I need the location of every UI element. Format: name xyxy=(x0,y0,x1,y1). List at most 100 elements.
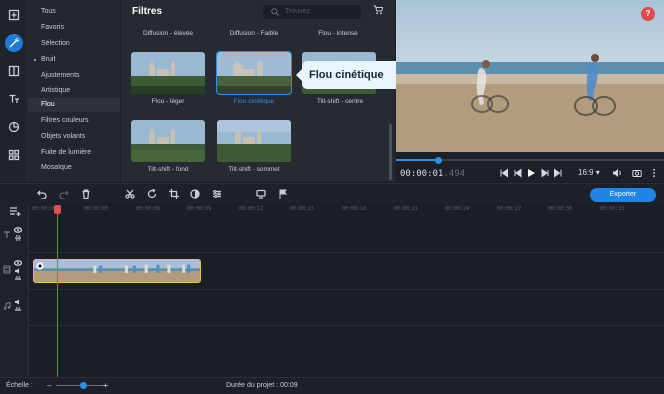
category-blur[interactable]: Flou xyxy=(28,98,120,112)
scale-label: Échelle : xyxy=(6,382,33,389)
rotate-icon[interactable] xyxy=(147,189,157,199)
link-icon[interactable] xyxy=(14,235,22,241)
filter-label: Tilt-shift - centre xyxy=(316,98,364,105)
ruler-tick: 00:00:03 xyxy=(84,206,109,212)
audio-track[interactable] xyxy=(29,290,664,326)
track-controls xyxy=(0,203,29,377)
aspect-ratio-select[interactable]: 16:9 ▾ xyxy=(578,168,600,177)
ruler-tick: 00:00:15 xyxy=(290,206,315,212)
ruler-tick: 00:00:06 xyxy=(136,206,161,212)
category-favorites[interactable]: Favoris xyxy=(28,21,120,35)
category-color-filters[interactable]: Filtres couleurs xyxy=(28,114,120,128)
project-duration: Durée du projet : 00:09 xyxy=(226,382,298,389)
zoom-in-icon[interactable]: + xyxy=(103,381,108,390)
text-track[interactable] xyxy=(29,215,664,253)
category-label: Mosaïque xyxy=(41,164,72,171)
ruler-tick: 00:00:00 xyxy=(32,206,57,212)
cut-icon[interactable] xyxy=(125,189,135,199)
filter-label: Flou - intense xyxy=(318,30,358,37)
color-adjust-icon[interactable] xyxy=(190,189,200,199)
ruler-tick: 00:00:24 xyxy=(445,206,470,212)
playhead-line xyxy=(57,205,58,377)
beach-preview-image xyxy=(396,0,664,152)
more-tools-icon[interactable] xyxy=(5,146,23,164)
filter-label: Flou - léger xyxy=(151,98,185,105)
seek-progress xyxy=(396,159,439,161)
category-label: Bruit xyxy=(41,56,56,63)
stickers-icon[interactable] xyxy=(5,118,23,136)
category-all[interactable]: Tous xyxy=(28,5,120,19)
add-track-icon[interactable] xyxy=(9,206,21,216)
store-cart-icon[interactable] xyxy=(373,5,383,15)
zoom-out-icon[interactable]: – xyxy=(47,381,51,390)
player-controls: 00:00:01.494 16:9 ▾ xyxy=(396,152,664,182)
filters-scrollbar[interactable] xyxy=(389,124,392,180)
undo-icon[interactable] xyxy=(37,189,47,199)
zoom-slider-handle[interactable] xyxy=(80,382,88,389)
time-ruler[interactable]: 00:00:00 00:00:03 00:00:06 00:00:09 00:0… xyxy=(29,203,664,215)
category-mosaic[interactable]: Mosaïque xyxy=(28,161,120,175)
timecode: 00:00:01.494 xyxy=(400,169,465,179)
ruler-tick: 00:00:21 xyxy=(394,206,419,212)
help-button[interactable]: ? xyxy=(641,7,655,21)
music-track-icon xyxy=(3,302,11,310)
filter-thumbnail[interactable] xyxy=(217,120,291,162)
transitions-icon[interactable] xyxy=(5,62,23,80)
ruler-tick: 00:00:27 xyxy=(497,206,522,212)
filter-label-selected: Flou cinétique xyxy=(233,98,275,105)
category-light-leaks[interactable]: Fuite de lumière xyxy=(28,146,120,160)
skip-end-icon[interactable] xyxy=(553,168,563,178)
import-icon[interactable] xyxy=(5,6,23,24)
eye-icon[interactable] xyxy=(14,260,22,266)
volume-icon[interactable] xyxy=(612,168,622,178)
more-options-icon[interactable] xyxy=(649,168,659,178)
crop-icon[interactable] xyxy=(169,189,179,199)
filter-thumbnail[interactable] xyxy=(131,52,205,94)
clip-filmstrip-image xyxy=(34,260,200,282)
category-label: Fuite de lumière xyxy=(41,149,92,156)
snapshot-icon[interactable] xyxy=(632,168,642,178)
filter-thumbnail-selected[interactable] xyxy=(216,51,292,95)
seek-handle[interactable] xyxy=(435,156,443,164)
category-flying-objects[interactable]: Objets volants xyxy=(28,130,120,144)
video-preview: ? xyxy=(396,0,664,152)
ruler-tick: 00:00:30 xyxy=(548,206,573,212)
category-adjustments[interactable]: Ajustements xyxy=(28,69,120,83)
category-label: Objets volants xyxy=(41,133,86,140)
audio-record-icon[interactable] xyxy=(256,189,266,199)
edit-toolbar: Exporter xyxy=(0,183,664,203)
frame-forward-icon[interactable] xyxy=(540,168,550,178)
marker-flag-icon[interactable] xyxy=(278,189,288,199)
filter-label: Diffusion - élevée xyxy=(142,30,194,37)
frame-back-icon[interactable] xyxy=(513,168,523,178)
link-icon[interactable] xyxy=(14,307,22,313)
search-input[interactable]: Trouvez xyxy=(263,5,361,19)
status-bar: Échelle : – + Durée du projet : 00:09 xyxy=(0,377,664,394)
play-icon[interactable] xyxy=(526,168,536,178)
ruler-tick: 00:00:18 xyxy=(342,206,367,212)
delete-icon[interactable] xyxy=(81,189,91,199)
category-artistic[interactable]: Artistique xyxy=(28,84,120,98)
link-icon[interactable] xyxy=(14,276,22,282)
filter-thumbnail[interactable] xyxy=(131,120,205,162)
redo-icon[interactable] xyxy=(59,189,69,199)
playhead-handle[interactable] xyxy=(54,205,61,214)
eye-icon[interactable] xyxy=(14,227,22,233)
timecode-frames: .494 xyxy=(443,169,466,179)
magic-wand-icon[interactable] xyxy=(5,34,23,52)
filter-applied-icon xyxy=(36,262,44,270)
ruler-tick: 00:00:09 xyxy=(187,206,212,212)
category-noise[interactable]: Bruit xyxy=(28,53,120,67)
category-label: Favoris xyxy=(41,24,64,31)
export-button[interactable]: Exporter xyxy=(590,188,656,202)
text-track-icon xyxy=(4,231,10,238)
speaker-icon[interactable] xyxy=(14,268,22,274)
skip-start-icon[interactable] xyxy=(499,168,509,178)
video-clip[interactable] xyxy=(33,259,201,283)
properties-icon[interactable] xyxy=(212,189,222,199)
titles-icon[interactable] xyxy=(5,90,23,108)
search-icon xyxy=(271,8,279,16)
speaker-icon[interactable] xyxy=(14,299,22,305)
category-label: Filtres couleurs xyxy=(41,117,89,124)
category-selection[interactable]: Sélection xyxy=(28,37,120,51)
